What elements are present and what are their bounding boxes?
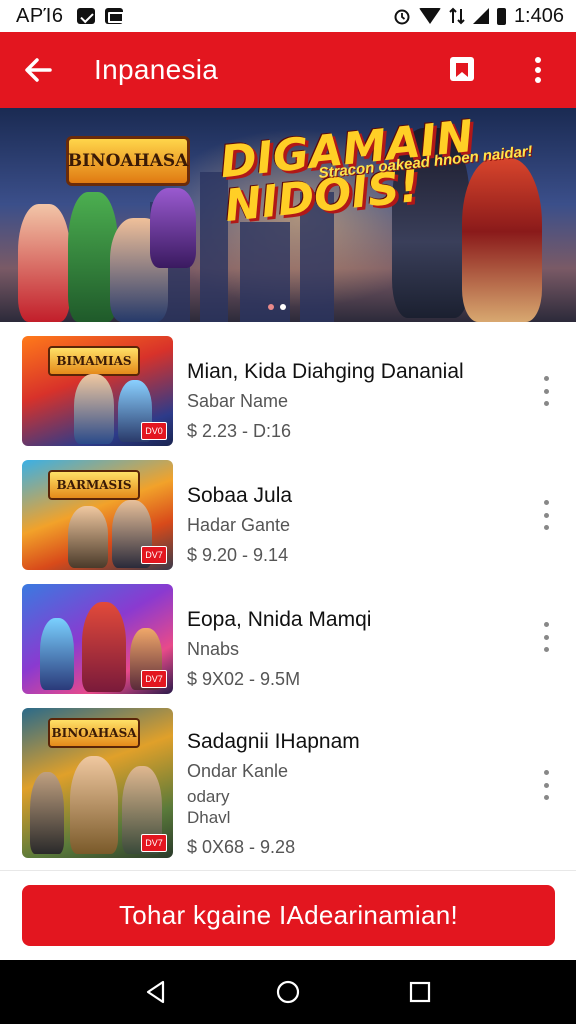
item-menu-button[interactable] [536, 376, 556, 406]
nav-home-button[interactable] [264, 968, 312, 1016]
bookmark-button[interactable] [424, 32, 500, 108]
game-subtitle-secondary: odary Dhavl [187, 787, 231, 827]
game-title: Sobaa Jula [187, 484, 293, 507]
banner-logo: BINOAHASA [66, 136, 190, 186]
nav-recents-icon [409, 981, 431, 1003]
price-badge: DV7 [141, 670, 167, 688]
hero-figure [18, 204, 70, 322]
list-item[interactable]: BARMASIS DV7 Sobaa Jula Hadar Gante $ 9.… [0, 446, 576, 570]
price-badge: DV7 [141, 834, 167, 852]
screen: APΊ6 1:406 Inpanesia BINOAHASA DIGAMAIN … [0, 0, 576, 1024]
system-nav-bar [0, 960, 576, 1024]
primary-cta-button[interactable]: Tohar kgaine IAdearinamian! [22, 885, 555, 946]
status-time-left: APΊ6 [16, 4, 64, 27]
arrow-left-icon [25, 58, 52, 82]
game-price: $ 0X68 - 9.28 [187, 837, 296, 857]
price-badge: DV0 [141, 422, 167, 440]
game-title: Sadagnii IHapnam [187, 730, 360, 753]
nav-home-icon [276, 980, 300, 1004]
game-subtitle: Nnabs [187, 639, 240, 659]
app-bar: Inpanesia [0, 32, 576, 108]
game-price: $ 9X02 - 9.5M [187, 669, 301, 689]
thumbnail-logo: BINOAHASA [48, 718, 140, 748]
game-subtitle: Hadar Gante [187, 515, 291, 535]
thumbnail-logo: BARMASIS [48, 470, 140, 500]
wifi-icon [418, 8, 441, 24]
list-item[interactable]: BIMAMIAS DV0 Mian, Kida Diahging Danania… [0, 322, 576, 446]
game-thumbnail[interactable]: BIMAMIAS DV0 [22, 336, 173, 446]
signal-icon [472, 8, 489, 24]
item-menu-button[interactable] [536, 770, 556, 800]
game-list: BIMAMIAS DV0 Mian, Kida Diahging Danania… [0, 322, 576, 858]
bookmark-icon [450, 57, 474, 81]
game-thumbnail[interactable]: DV7 [22, 584, 173, 694]
hero-banner[interactable]: BINOAHASA DIGAMAIN NIDOIS! Stracon oakea… [0, 108, 576, 322]
game-subtitle: Sabar Name [187, 391, 289, 411]
overflow-menu-button[interactable] [500, 32, 576, 108]
alarm-icon [394, 9, 410, 25]
list-item[interactable]: BINOAHASA DV7 Sadagnii IHapnam Ondar Kan… [0, 694, 576, 858]
more-vert-icon [535, 57, 541, 83]
nav-back-button[interactable] [132, 968, 180, 1016]
carousel-dot-active[interactable] [280, 304, 286, 310]
status-time-right: 1:406 [513, 4, 564, 27]
check-box-icon [77, 8, 96, 24]
nav-recents-button[interactable] [396, 968, 444, 1016]
game-price: $ 2.23 - D:16 [187, 421, 292, 441]
item-menu-button[interactable] [536, 500, 556, 530]
game-subtitle: Ondar Kanle [187, 761, 289, 781]
list-item[interactable]: DV7 Eopa, Nnida Mamqi Nnabs $ 9X02 - 9.5… [0, 570, 576, 694]
game-title: Eopa, Nnida Mamqi [187, 608, 372, 631]
item-menu-button[interactable] [536, 622, 556, 652]
page-title: Inpanesia [94, 54, 219, 85]
price-badge: DV7 [141, 546, 167, 564]
game-thumbnail[interactable]: BINOAHASA DV7 [22, 708, 173, 858]
status-bar: APΊ6 1:406 [0, 0, 576, 32]
hero-figure [150, 188, 196, 268]
bottom-action-area: Tohar kgaine IAdearinamian! [0, 870, 576, 960]
game-title: Mian, Kida Diahging Dananial [187, 360, 464, 383]
back-button[interactable] [0, 32, 76, 108]
image-box-icon [105, 8, 125, 24]
data-icon [449, 7, 465, 25]
nav-back-icon [146, 980, 165, 1004]
carousel-indicator [268, 304, 286, 310]
thumbnail-logo: BIMAMIAS [48, 346, 140, 376]
battery-icon [496, 7, 506, 25]
game-price: $ 9.20 - 9.14 [187, 545, 289, 565]
game-thumbnail[interactable]: BARMASIS DV7 [22, 460, 173, 570]
carousel-dot[interactable] [268, 304, 274, 310]
